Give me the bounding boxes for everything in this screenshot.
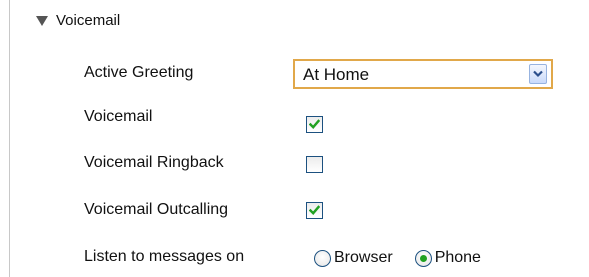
checkmark-icon	[309, 205, 320, 215]
voicemail-label: Voicemail	[84, 108, 153, 125]
radio-selected-dot	[419, 254, 427, 262]
browser-radio[interactable]	[314, 249, 331, 267]
triangle-down-icon[interactable]	[36, 15, 48, 26]
active-greeting-value: At Home	[303, 65, 370, 84]
browser-radio-label[interactable]: Browser	[334, 249, 393, 267]
active-greeting-label: Active Greeting	[84, 64, 194, 81]
voicemail-outcalling-label: Voicemail Outcalling	[84, 201, 229, 218]
chevron-down-icon	[533, 70, 543, 78]
voicemail-outcalling-checkbox[interactable]	[306, 202, 323, 219]
phone-radio-label[interactable]: Phone	[435, 249, 481, 267]
listen-to-messages-label: Listen to messages on	[84, 248, 245, 265]
voicemail-section-header[interactable]: Voicemail	[36, 10, 120, 30]
dropdown-button[interactable]	[529, 64, 547, 84]
voicemail-ringback-label: Voicemail Ringback	[84, 154, 224, 171]
phone-radio[interactable]	[414, 249, 432, 267]
active-greeting-select[interactable]: At Home	[293, 59, 553, 89]
checkmark-icon	[309, 119, 320, 129]
section-title: Voicemail	[56, 11, 121, 29]
left-divider	[9, 0, 10, 277]
listen-on-radio-group: Browser Phone	[314, 247, 503, 269]
voicemail-checkbox[interactable]	[306, 116, 323, 133]
voicemail-ringback-checkbox[interactable]	[306, 156, 323, 173]
